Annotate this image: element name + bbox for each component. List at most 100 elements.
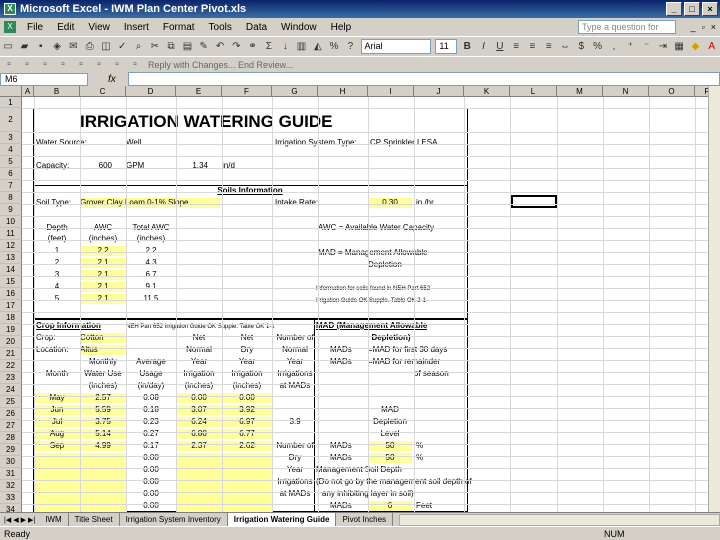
crop-empty-cell[interactable] bbox=[34, 465, 80, 477]
soil-cell[interactable]: 2.1 bbox=[80, 294, 126, 304]
tab-irrigation-watering-guide[interactable]: Irrigation Watering Guide bbox=[227, 513, 337, 526]
crop-empty-cell[interactable] bbox=[80, 453, 126, 465]
comma-icon[interactable]: , bbox=[608, 40, 620, 54]
row-header-14[interactable]: 14 bbox=[0, 264, 22, 276]
print-icon[interactable]: ⎙ bbox=[83, 40, 95, 54]
review-icon-5[interactable]: ▫ bbox=[74, 58, 88, 72]
column-header-l[interactable]: L bbox=[510, 86, 557, 97]
crop-cell[interactable]: Aug bbox=[34, 429, 80, 439]
row-header-10[interactable]: 10 bbox=[0, 216, 22, 228]
menu-insert[interactable]: Insert bbox=[117, 22, 156, 33]
crop-cell[interactable]: 3.75 bbox=[80, 417, 126, 427]
column-header-n[interactable]: N bbox=[603, 86, 649, 97]
borders-icon[interactable]: ▦ bbox=[673, 40, 685, 54]
row-header-28[interactable]: 28 bbox=[0, 432, 22, 444]
crop-cell[interactable]: 2.62 bbox=[222, 441, 272, 451]
row-header-30[interactable]: 30 bbox=[0, 456, 22, 468]
row-header-12[interactable]: 12 bbox=[0, 240, 22, 252]
net-irrigation-empty-cell[interactable] bbox=[222, 453, 272, 465]
tab-pivot-inches[interactable]: Pivot Inches bbox=[336, 513, 394, 526]
column-header-h[interactable]: H bbox=[318, 86, 368, 97]
first-sheet-icon[interactable]: |◀ bbox=[4, 516, 11, 524]
crop-cell[interactable]: 5.59 bbox=[80, 405, 126, 415]
help-icon[interactable]: ? bbox=[344, 40, 356, 54]
reply-changes-button[interactable]: Reply with Changes... End Review... bbox=[148, 60, 293, 70]
align-right-icon[interactable]: ≡ bbox=[543, 40, 555, 54]
zoom-icon[interactable]: % bbox=[328, 40, 340, 54]
copy-icon[interactable]: ⧉ bbox=[165, 40, 177, 54]
crop-cell[interactable]: May bbox=[34, 393, 80, 403]
cut-icon[interactable]: ✂ bbox=[149, 40, 161, 54]
row-header-21[interactable]: 21 bbox=[0, 348, 22, 360]
menu-window[interactable]: Window bbox=[274, 22, 324, 33]
row-header-22[interactable]: 22 bbox=[0, 360, 22, 372]
crop-cell[interactable]: 3.07 bbox=[176, 405, 222, 415]
minimize-button[interactable]: _ bbox=[666, 2, 682, 16]
menu-view[interactable]: View bbox=[81, 22, 117, 33]
crop-cell[interactable]: 6.24 bbox=[176, 417, 222, 427]
crop-empty-cell[interactable] bbox=[80, 489, 126, 501]
row-header-25[interactable]: 25 bbox=[0, 396, 22, 408]
review-icon-2[interactable]: ▫ bbox=[20, 58, 34, 72]
menu-help[interactable]: Help bbox=[324, 22, 359, 33]
crop-empty-cell[interactable] bbox=[34, 489, 80, 501]
net-irrigation-empty-cell[interactable] bbox=[176, 477, 222, 489]
soil-cell[interactable]: 2.1 bbox=[80, 282, 126, 292]
row-header-20[interactable]: 20 bbox=[0, 336, 22, 348]
column-header-f[interactable]: F bbox=[222, 86, 272, 97]
mads-row-2-value[interactable]: 50 bbox=[368, 453, 412, 463]
review-icon-7[interactable]: ▫ bbox=[110, 58, 124, 72]
sort-asc-icon[interactable]: ↓ bbox=[279, 40, 291, 54]
column-header-c[interactable]: C bbox=[80, 86, 126, 97]
review-icon-8[interactable]: ▫ bbox=[128, 58, 142, 72]
crop-cell[interactable]: 6.77 bbox=[222, 429, 272, 439]
underline-icon[interactable]: U bbox=[494, 40, 506, 54]
format-painter-icon[interactable]: ✎ bbox=[198, 40, 210, 54]
row-header-26[interactable]: 26 bbox=[0, 408, 22, 420]
net-irrigation-empty-cell[interactable] bbox=[222, 501, 272, 512]
menu-tools[interactable]: Tools bbox=[202, 22, 239, 33]
fill-color-icon[interactable]: ◆ bbox=[689, 40, 701, 54]
tab-title-sheet[interactable]: Title Sheet bbox=[68, 513, 120, 526]
column-header-d[interactable]: D bbox=[126, 86, 176, 97]
print-preview-icon[interactable]: ◫ bbox=[100, 40, 112, 54]
doc-minimize-button[interactable]: _ bbox=[691, 22, 696, 32]
fx-icon[interactable]: fx bbox=[108, 74, 116, 85]
net-irrigation-empty-cell[interactable] bbox=[176, 453, 222, 465]
select-all-corner[interactable] bbox=[0, 86, 22, 97]
new-icon[interactable]: ▭ bbox=[2, 40, 14, 54]
research-icon[interactable]: ⌕ bbox=[132, 40, 144, 54]
font-color-icon[interactable]: A bbox=[706, 40, 718, 54]
row-header-15[interactable]: 15 bbox=[0, 276, 22, 288]
menu-file[interactable]: File bbox=[20, 22, 50, 33]
font-size-select[interactable]: 11 bbox=[435, 39, 458, 54]
hyperlink-icon[interactable]: ⚭ bbox=[246, 40, 258, 54]
selected-cell[interactable] bbox=[511, 195, 557, 208]
row-header-11[interactable]: 11 bbox=[0, 228, 22, 240]
crop-cell[interactable]: 6.97 bbox=[222, 417, 272, 427]
mads-bottom-value[interactable]: 6 bbox=[368, 501, 412, 511]
row-header-6[interactable]: 6 bbox=[0, 168, 22, 180]
row-header-31[interactable]: 31 bbox=[0, 468, 22, 480]
spreadsheet-grid[interactable]: ABCDEFGHIJKLMNOP 1 2 3 4 5 6 7 8 9 10 11 12 13 14 15 16… bbox=[0, 86, 720, 512]
review-icon-1[interactable]: ▫ bbox=[2, 58, 16, 72]
crop-cell[interactable]: 6.80 bbox=[176, 429, 222, 439]
tab-iwm[interactable]: IWM bbox=[39, 513, 69, 526]
row-header-13[interactable]: 13 bbox=[0, 252, 22, 264]
row-header-18[interactable]: 18 bbox=[0, 312, 22, 324]
intake-value[interactable]: 0.30 bbox=[368, 198, 412, 208]
row-header-17[interactable]: 17 bbox=[0, 300, 22, 312]
next-sheet-icon[interactable]: ▶ bbox=[21, 516, 26, 524]
net-irrigation-empty-cell[interactable] bbox=[176, 489, 222, 501]
column-header-m[interactable]: M bbox=[557, 86, 603, 97]
undo-icon[interactable]: ↶ bbox=[214, 40, 226, 54]
currency-icon[interactable]: $ bbox=[575, 40, 587, 54]
spelling-icon[interactable]: ✓ bbox=[116, 40, 128, 54]
align-left-icon[interactable]: ≡ bbox=[510, 40, 522, 54]
close-button[interactable]: × bbox=[702, 2, 718, 16]
merge-center-icon[interactable]: ⇔ bbox=[559, 40, 571, 54]
drawing-icon[interactable]: ◭ bbox=[312, 40, 324, 54]
row-header-23[interactable]: 23 bbox=[0, 372, 22, 384]
soil-type-value[interactable]: Grover Clay Loam 0-1% Slope bbox=[80, 198, 220, 208]
document-icon[interactable]: X bbox=[4, 21, 16, 33]
